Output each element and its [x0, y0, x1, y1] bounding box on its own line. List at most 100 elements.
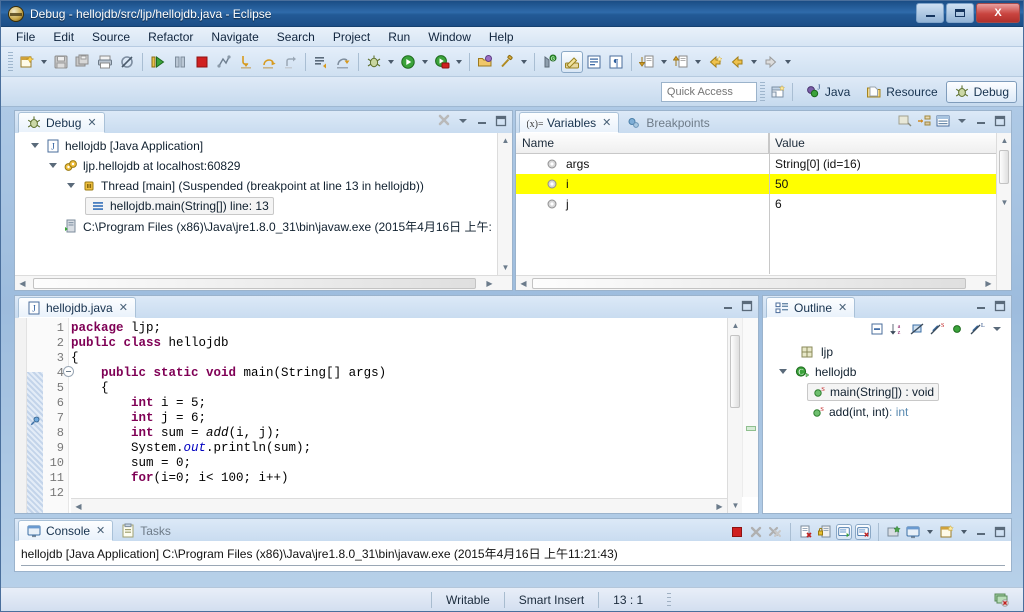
hide-nonpublic-icon[interactable] [949, 321, 965, 337]
back-icon[interactable] [704, 51, 726, 73]
menu-file[interactable]: File [7, 28, 44, 46]
variable-row[interactable]: j 6 [516, 194, 996, 214]
terminate-icon[interactable] [729, 524, 745, 540]
print-icon[interactable] [94, 51, 116, 73]
forward-icon[interactable] [726, 51, 748, 73]
last-edit-icon[interactable] [760, 51, 782, 73]
status-grip[interactable] [667, 592, 672, 607]
maximize-icon[interactable] [992, 113, 1008, 129]
pin-console-icon[interactable] [886, 524, 902, 540]
tab-debug[interactable]: Debug ✕ [18, 112, 105, 133]
menu-source[interactable]: Source [83, 28, 139, 46]
tab-variables[interactable]: (x)= Variables ✕ [519, 112, 620, 133]
use-step-filters-icon[interactable] [332, 51, 354, 73]
scroll-left-icon[interactable]: ◀ [516, 276, 531, 290]
save-icon[interactable] [50, 51, 72, 73]
editor-code-text[interactable]: package ljp; public class hellojdb { pub… [71, 318, 742, 497]
variable-value[interactable]: 6 [769, 197, 782, 211]
hide-local-types-icon[interactable]: L [969, 321, 985, 337]
run-dropdown-icon[interactable] [419, 51, 431, 73]
clear-console-icon[interactable] [798, 524, 814, 540]
hscroll-thumb[interactable] [33, 278, 476, 289]
hide-fields-icon[interactable] [909, 321, 925, 337]
previous-annotation-icon[interactable] [670, 51, 692, 73]
view-menu-icon[interactable] [455, 113, 471, 129]
menu-help[interactable]: Help [480, 28, 523, 46]
skip-breakpoints-icon[interactable] [116, 51, 138, 73]
view-menu-icon[interactable] [954, 113, 970, 129]
expand-twisty-icon[interactable] [65, 180, 77, 192]
debug-tree-row[interactable]: ljp.hellojdb at localhost:60829 [15, 156, 497, 176]
editor-annotation-ruler[interactable] [27, 318, 43, 513]
vscroll-thumb[interactable] [999, 150, 1009, 184]
tab-outline-close-icon[interactable]: ✕ [838, 301, 847, 314]
variable-row[interactable]: args String[0] (id=16) [516, 154, 996, 174]
maximize-icon[interactable] [992, 298, 1008, 314]
forward-dropdown-icon[interactable] [748, 51, 760, 73]
tab-breakpoints[interactable]: Breakpoints [619, 112, 716, 133]
expand-twisty-icon[interactable] [47, 160, 59, 172]
editor-vscrollbar[interactable]: ▲ ▼ [727, 318, 742, 513]
perspective-debug[interactable]: Debug [945, 80, 1017, 103]
menu-edit[interactable]: Edit [44, 28, 83, 46]
maximize-icon[interactable] [493, 113, 509, 129]
debug-view-hscrollbar[interactable]: ◀ ▶ [15, 275, 512, 290]
expand-twisty-icon[interactable] [777, 366, 789, 378]
save-all-icon[interactable] [72, 51, 94, 73]
minimize-icon[interactable] [973, 298, 989, 314]
scroll-up-icon[interactable]: ▲ [728, 318, 743, 333]
minimize-icon[interactable] [720, 298, 736, 314]
console-tray-icon[interactable] [993, 592, 1011, 608]
collapse-all-icon[interactable] [869, 321, 885, 337]
perspective-resource[interactable]: Resource [858, 81, 945, 103]
scroll-down-icon[interactable]: ▼ [498, 260, 512, 275]
open-perspective-icon[interactable] [768, 84, 788, 100]
suspend-icon[interactable] [169, 51, 191, 73]
variable-row-highlighted[interactable]: i 50 [516, 174, 996, 194]
new-java-project-icon[interactable]: G [539, 51, 561, 73]
step-return-icon[interactable] [279, 51, 301, 73]
show-whitespace-icon[interactable] [583, 51, 605, 73]
debug-cursor-icon[interactable] [29, 415, 41, 430]
debug-tree-row[interactable]: Thread [main] (Suspended (breakpoint at … [15, 176, 497, 196]
editor-hscrollbar[interactable]: ◀ ▶ [71, 498, 727, 513]
toggle-mark-occurrences-icon[interactable] [561, 50, 583, 73]
minimize-icon[interactable] [973, 113, 989, 129]
scroll-up-icon[interactable]: ▲ [997, 133, 1011, 148]
expand-twisty-icon[interactable] [29, 140, 41, 152]
toolbar-grip[interactable] [8, 51, 13, 72]
column-header-value[interactable]: Value [769, 133, 811, 153]
tab-tasks[interactable]: Tasks [113, 520, 178, 541]
debug-icon[interactable] [363, 51, 385, 73]
menu-project[interactable]: Project [324, 28, 379, 46]
display-selected-console-icon[interactable] [905, 524, 921, 540]
scroll-left-icon[interactable]: ◀ [15, 276, 30, 290]
code-editor[interactable]: 1 2 3 4 5 6 7 8 9 10 11 12 package ljp; … [15, 318, 758, 513]
variable-value[interactable]: String[0] (id=16) [769, 157, 861, 171]
outline-row[interactable]: C hellojdb [763, 362, 1011, 382]
step-into-icon[interactable] [235, 51, 257, 73]
step-over-icon[interactable] [257, 51, 279, 73]
scroll-down-icon[interactable]: ▼ [728, 498, 743, 513]
terminate-icon[interactable] [191, 51, 213, 73]
new-wizard-dropdown-icon[interactable] [38, 51, 50, 73]
scroll-down-icon[interactable]: ▼ [997, 195, 1011, 210]
scroll-right-icon[interactable]: ▶ [482, 276, 497, 290]
perspective-java[interactable]: J Java [797, 81, 858, 103]
outline-row[interactable]: S add(int, int) : int [763, 402, 1011, 422]
open-console-icon[interactable] [939, 524, 955, 540]
close-button[interactable]: X [976, 3, 1020, 23]
show-console-on-output-icon[interactable] [836, 524, 852, 540]
tab-outline[interactable]: Outline ✕ [766, 297, 856, 318]
hide-static-icon[interactable]: S [929, 321, 945, 337]
column-header-name[interactable]: Name [516, 133, 769, 153]
run-coverage-icon[interactable] [431, 51, 453, 73]
editor-overview-ruler[interactable] [742, 318, 758, 497]
debug-tree-row[interactable]: C:\Program Files (x86)\Java\jre1.8.0_31\… [15, 216, 497, 236]
scroll-right-icon[interactable]: ▶ [981, 276, 996, 290]
remove-launch-icon[interactable] [748, 524, 764, 540]
console-output[interactable]: hellojdb [Java Application] C:\Program F… [15, 541, 1011, 571]
minimize-icon[interactable] [474, 113, 490, 129]
menu-refactor[interactable]: Refactor [139, 28, 202, 46]
remove-all-terminated-icon[interactable] [767, 524, 783, 540]
